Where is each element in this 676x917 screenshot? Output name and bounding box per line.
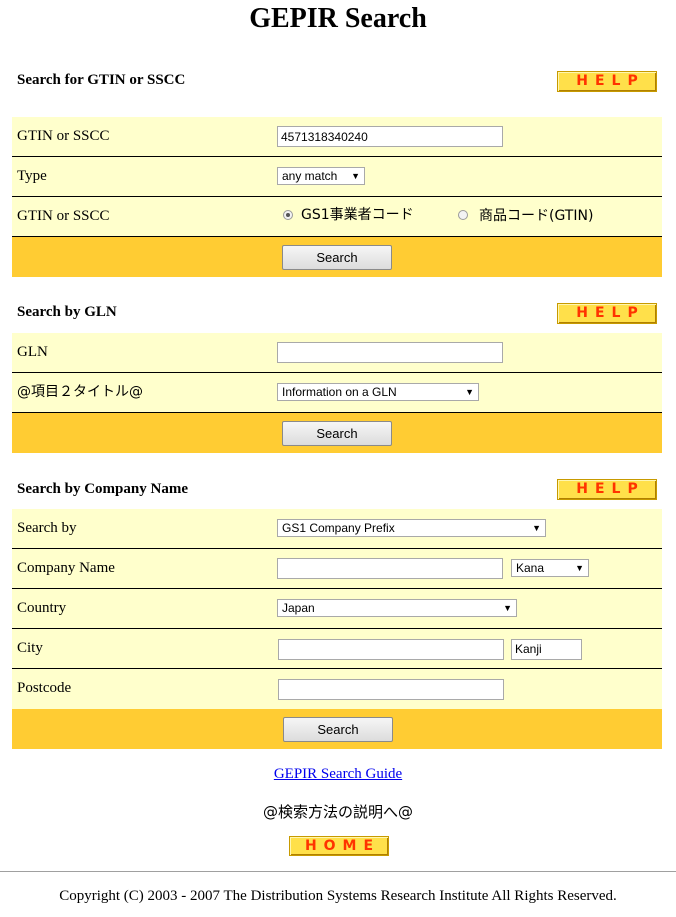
- gtin-type-select[interactable]: any match ▼: [277, 167, 365, 185]
- company-button-bar: Search: [12, 709, 662, 749]
- company-city-input[interactable]: [278, 639, 504, 660]
- gln-search-panel: GLN @項目２タイトル@ Information on a GLN ▼ Sea…: [12, 333, 662, 453]
- gtin-help-button[interactable]: HELP: [557, 71, 657, 92]
- company-search-panel: Search by GS1 Company Prefix ▼ Company N…: [12, 509, 662, 749]
- company-search-button[interactable]: Search: [283, 717, 393, 742]
- gln-help-button[interactable]: HELP: [557, 303, 657, 324]
- search-guide: GEPIR Search Guide: [0, 766, 676, 783]
- gln-label: GLN: [17, 344, 48, 360]
- gs1-company-code-radio[interactable]: [283, 210, 293, 220]
- footer-divider: [0, 871, 676, 872]
- company-postcode-label: Postcode: [17, 680, 72, 696]
- gln-button-bar: Search: [12, 413, 662, 453]
- gln-input[interactable]: [277, 342, 503, 363]
- gtin-type-label: Type: [17, 168, 47, 184]
- gtin-code-input[interactable]: 4571318340240: [277, 126, 503, 147]
- gtin-code-label: GTIN or SSCC: [17, 128, 110, 144]
- gln-item2-row: @項目２タイトル@ Information on a GLN ▼: [12, 373, 662, 413]
- gtin-search-button[interactable]: Search: [282, 245, 392, 270]
- gln-info-select[interactable]: Information on a GLN ▼: [277, 383, 479, 401]
- company-postcode-row: Postcode: [12, 669, 662, 709]
- gln-info-value: Information on a GLN: [282, 385, 397, 399]
- company-postcode-input[interactable]: [278, 679, 504, 700]
- company-searchby-value: GS1 Company Prefix: [282, 521, 395, 535]
- company-name-row: Company Name Kana ▼: [12, 549, 662, 589]
- copyright-text: Copyright (C) 2003 - 2007 The Distributi…: [59, 888, 617, 904]
- gln-row: GLN: [12, 333, 662, 373]
- company-country-label: Country: [17, 600, 67, 616]
- company-city-row: City Kanji: [12, 629, 662, 669]
- company-searchby-row: Search by GS1 Company Prefix ▼: [12, 509, 662, 549]
- jp-guide-text: @検索方法の説明へ@: [262, 803, 413, 821]
- gln-section-heading: Search by GLN: [17, 304, 117, 320]
- gtin-radio-label: GTIN or SSCC: [17, 208, 110, 224]
- chevron-down-icon: ▼: [465, 387, 474, 397]
- company-kanji-input[interactable]: Kanji: [511, 639, 582, 660]
- gtin-type-row: Type any match ▼: [12, 157, 662, 197]
- company-searchby-label: Search by: [17, 520, 77, 536]
- chevron-down-icon: ▼: [575, 563, 584, 573]
- company-country-row: Country Japan ▼: [12, 589, 662, 629]
- company-name-input[interactable]: [277, 558, 503, 579]
- company-kana-select[interactable]: Kana ▼: [511, 559, 589, 577]
- gtin-code-row: GTIN or SSCC 4571318340240: [12, 117, 662, 157]
- company-section-heading: Search by Company Name: [17, 481, 188, 497]
- gln-item2-label: @項目２タイトル@: [17, 384, 143, 400]
- gtin-search-panel: GTIN or SSCC 4571318340240 Type any matc…: [12, 117, 662, 277]
- gtin-product-code-label: 商品コード(GTIN): [479, 208, 594, 224]
- chevron-down-icon: ▼: [532, 523, 541, 533]
- search-guide-link[interactable]: GEPIR Search Guide: [274, 766, 402, 782]
- gtin-product-code-radio[interactable]: [458, 210, 468, 220]
- gtin-radio-row: GTIN or SSCC GS1事業者コード 商品コード(GTIN): [12, 197, 662, 237]
- gtin-type-value: any match: [282, 169, 338, 183]
- page-title: GEPIR Search: [249, 3, 427, 34]
- chevron-down-icon: ▼: [351, 171, 360, 181]
- home-button[interactable]: HOME: [289, 836, 389, 856]
- company-country-select[interactable]: Japan ▼: [277, 599, 517, 617]
- company-searchby-select[interactable]: GS1 Company Prefix ▼: [277, 519, 546, 537]
- gln-search-button[interactable]: Search: [282, 421, 392, 446]
- company-city-label: City: [17, 640, 43, 656]
- gtin-section-heading: Search for GTIN or SSCC: [17, 72, 186, 88]
- company-kana-value: Kana: [516, 561, 545, 575]
- gtin-button-bar: Search: [12, 237, 662, 277]
- company-country-value: Japan: [282, 601, 315, 615]
- gs1-company-code-label: GS1事業者コード: [301, 207, 414, 223]
- company-help-button[interactable]: HELP: [557, 479, 657, 500]
- company-name-label: Company Name: [17, 560, 115, 576]
- chevron-down-icon: ▼: [503, 603, 512, 613]
